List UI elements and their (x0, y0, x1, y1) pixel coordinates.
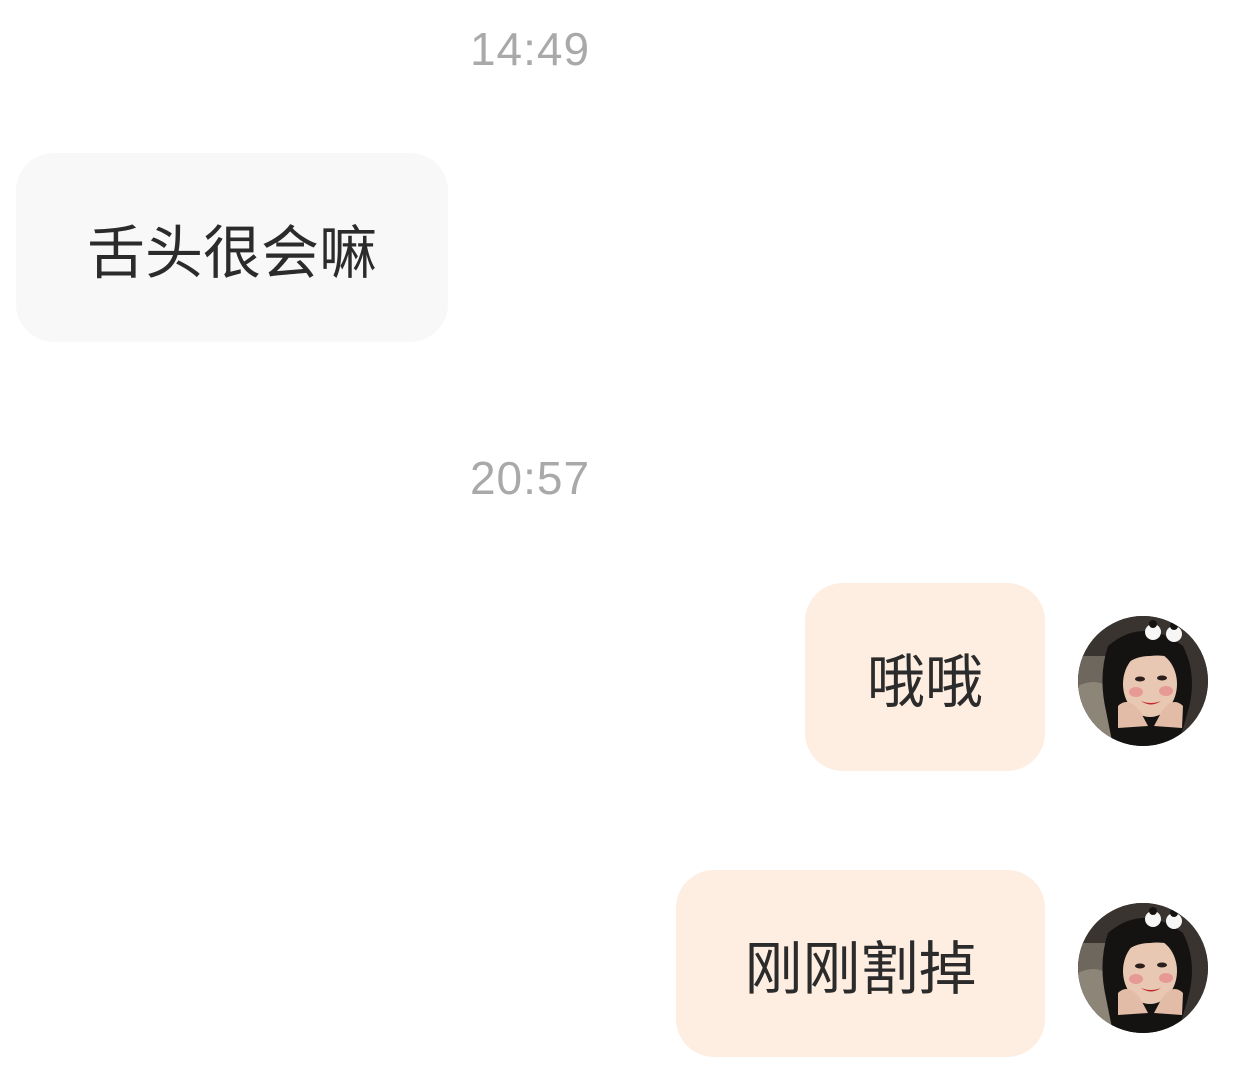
message-timestamp: 20:57 (469, 452, 591, 504)
received-message-bubble[interactable]: 舌头很会嘛 (16, 153, 448, 342)
sent-message-bubble[interactable]: 哦哦 (805, 583, 1045, 771)
message-timestamp: 14:49 (469, 23, 591, 75)
avatar-photo-icon (1078, 903, 1208, 1033)
user-avatar[interactable] (1078, 903, 1208, 1033)
message-text: 刚刚割掉 (744, 934, 977, 1003)
message-text: 舌头很会嘛 (86, 218, 377, 287)
message-text: 哦哦 (866, 648, 983, 716)
avatar-photo-icon (1078, 616, 1208, 746)
user-avatar[interactable] (1078, 616, 1208, 746)
sent-message-bubble[interactable]: 刚刚割掉 (676, 870, 1045, 1057)
